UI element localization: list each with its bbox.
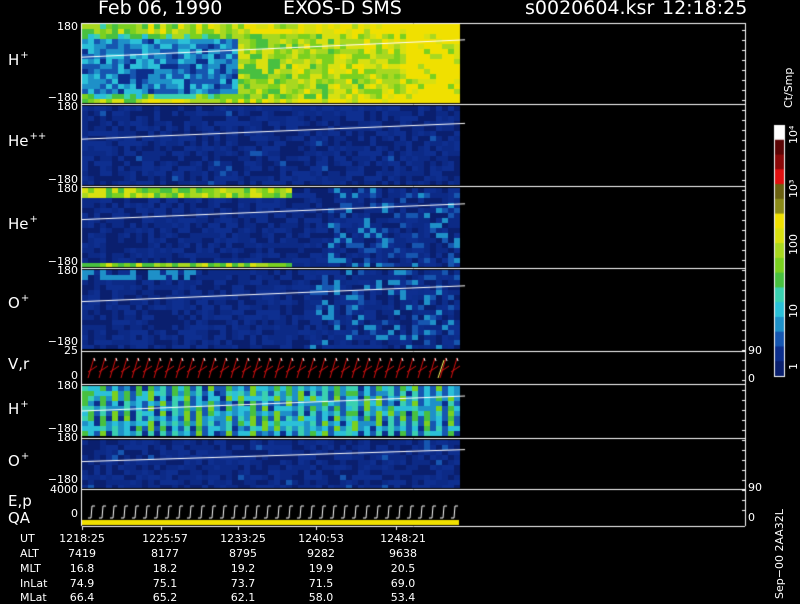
ytick-top-p8: 4000 [50,483,78,496]
footer-stamp: Sep−00 2AA32L [773,509,786,599]
orbit-value: 75.1 [152,577,178,590]
orbit-value: 1240:53 [298,532,344,545]
ytick-bottom-p8: 0 [71,507,78,520]
panel-label-ep: E,p [8,492,32,510]
orbit-value: 73.7 [230,577,256,590]
panel-label-he-plus: He+ [8,214,38,233]
orbit-label-alt: ALT [20,547,39,560]
panel-label-o-plus-1: O+ [8,293,30,312]
orbit-value: 53.4 [390,591,416,604]
ytick-top-p5: 25 [64,344,78,357]
colorbar-tick-1: 1 [787,363,800,370]
orbit-value: 8795 [229,547,257,560]
panel-label-o-plus-2: O+ [8,451,30,470]
colorbar-tick-1e4: 10⁴ [787,125,800,144]
colorbar-tick-10: 10 [787,304,800,318]
header-instrument: EXOS-D SMS [283,0,402,19]
header-date: Feb 06, 1990 [98,0,223,19]
header-file: s0020604.ksr [525,0,655,19]
ytick-top-p2: 180 [57,100,78,113]
orbit-value: 9282 [307,547,335,560]
panel-label-h-plus-2: H+ [8,399,29,418]
rtick-bottom-p5: 0 [748,372,755,385]
header-time: 12:18:25 [662,0,748,19]
orbit-value: 1233:25 [220,532,266,545]
panel-label-qa: QA [8,509,31,527]
orbit-value: 62.1 [230,591,256,604]
orbit-value: 7419 [68,547,96,560]
rtick-bottom-p8: 0 [748,511,755,524]
ytick-top-p3: 180 [57,182,78,195]
panel-label-he-plusplus: He++ [8,131,47,150]
ytick-top-p4: 180 [57,264,78,277]
orbit-value: 18.2 [152,562,178,575]
orbit-value: 58.0 [308,591,334,604]
orbit-label-ut: UT [20,532,35,545]
orbit-value: 8177 [151,547,179,560]
orbit-value: 1225:57 [142,532,188,545]
orbit-value: 74.9 [69,577,95,590]
orbit-value: 20.5 [390,562,416,575]
orbit-value: 65.2 [152,591,178,604]
ytick-top-p1: 180 [57,20,78,33]
orbit-value: 19.9 [308,562,334,575]
orbit-value: 71.5 [308,577,334,590]
orbit-value: 9638 [389,547,417,560]
orbit-label-mlt: MLT [20,562,41,575]
orbit-value: 19.2 [230,562,256,575]
colorbar-title: Ct/Smp [782,67,795,108]
ytick-top-p7: 180 [57,431,78,444]
spectrogram-canvas [0,0,800,600]
panel-label-vr: V,r [8,355,30,373]
orbit-value: 16.8 [69,562,95,575]
rtick-top-p5: 90 [748,344,762,357]
orbit-value: 1218:25 [59,532,105,545]
ytick-top-p6: 180 [57,379,78,392]
orbit-value: 66.4 [69,591,95,604]
orbit-label-inlat: InLat [20,577,48,590]
colorbar-tick-1e3: 10³ [787,179,800,198]
colorbar-tick-100: 100 [787,234,800,255]
rtick-top-p8: 90 [748,481,762,494]
orbit-value: 69.0 [390,577,416,590]
panel-label-h-plus-1: H+ [8,50,29,69]
orbit-label-mlat: MLat [20,591,47,604]
orbit-value: 1248:21 [380,532,426,545]
